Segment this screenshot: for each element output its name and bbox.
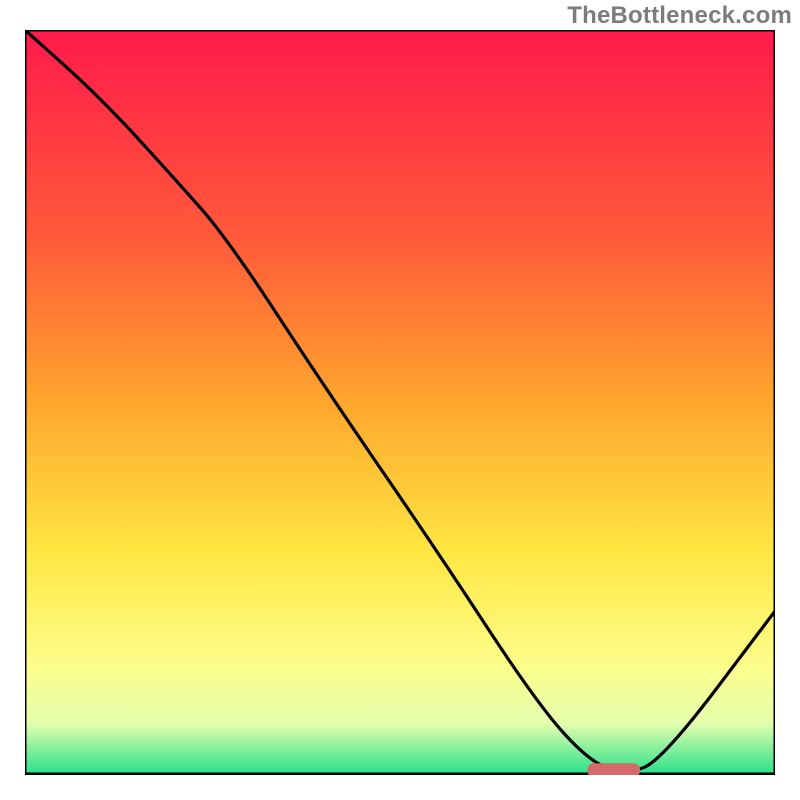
plot-area xyxy=(25,30,775,775)
gradient-background xyxy=(25,30,775,775)
chart-canvas: TheBottleneck.com xyxy=(0,0,800,800)
plot-svg xyxy=(25,30,775,775)
watermark-text: TheBottleneck.com xyxy=(567,2,792,30)
optimal-marker xyxy=(588,763,641,775)
